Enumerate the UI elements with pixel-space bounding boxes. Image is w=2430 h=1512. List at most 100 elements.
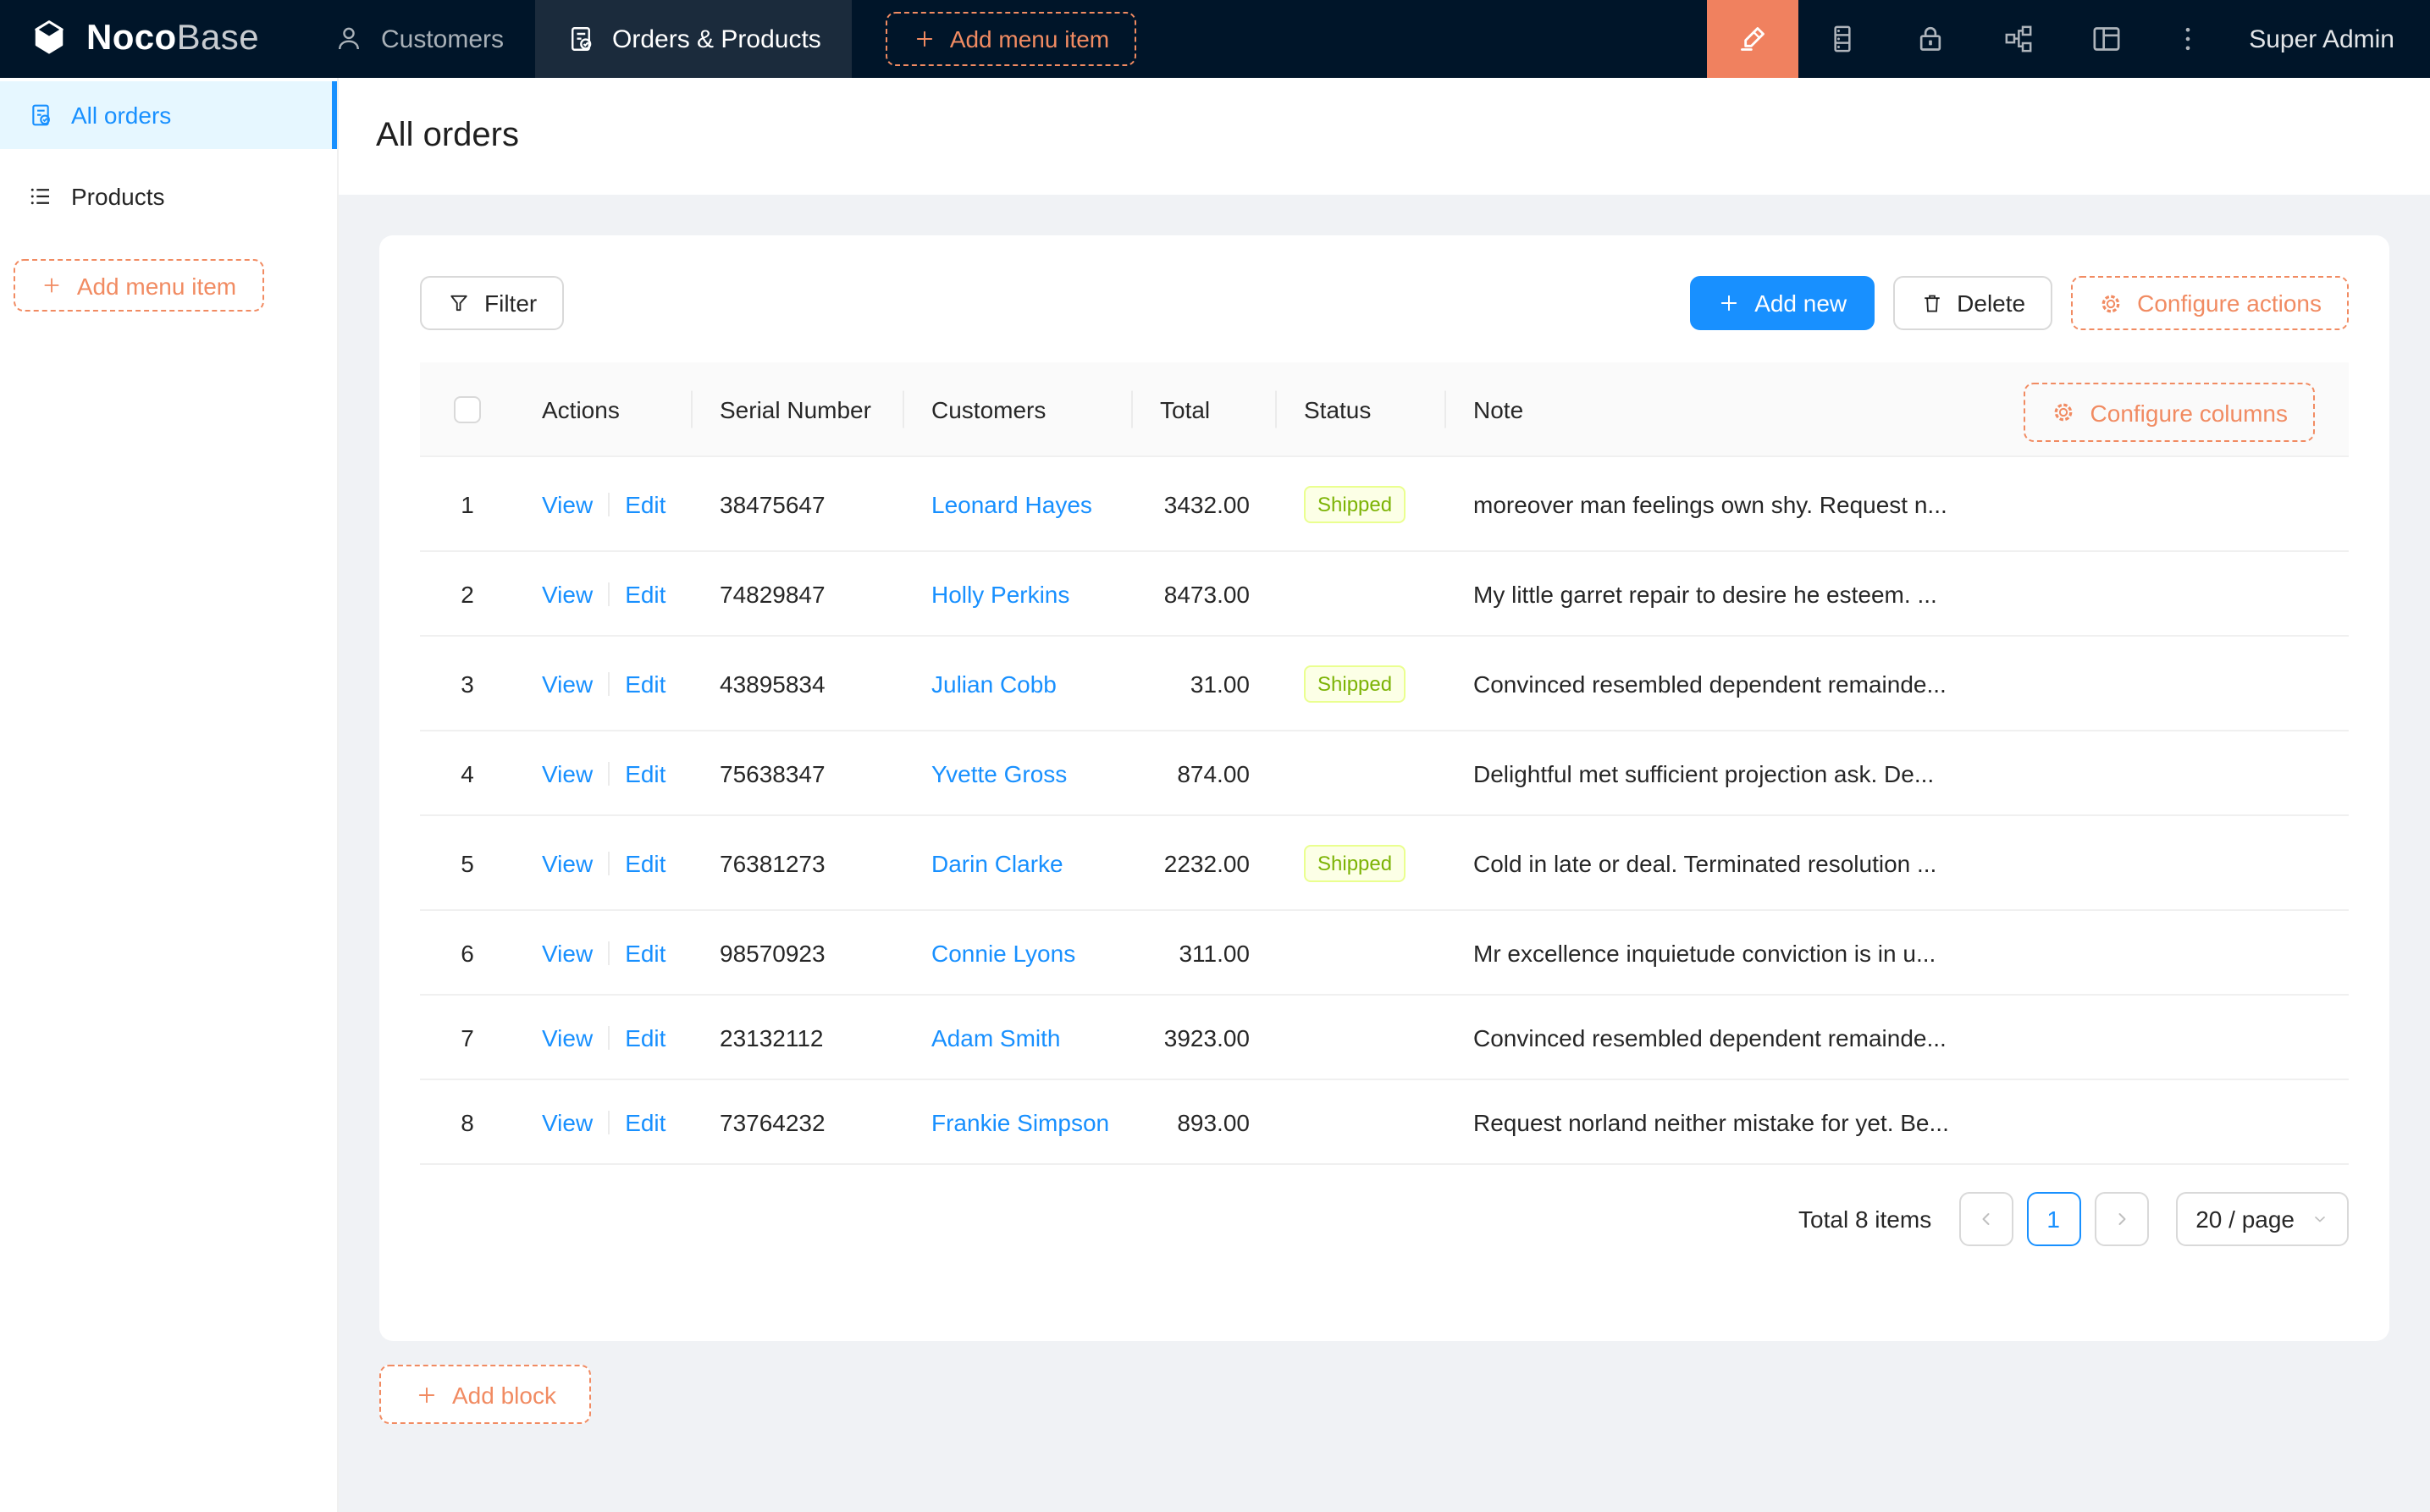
edit-link[interactable]: Edit — [625, 670, 665, 698]
user-menu[interactable]: Super Admin — [2225, 0, 2430, 78]
configure-actions-button[interactable]: Configure actions — [2071, 276, 2349, 330]
main-area: All orders Filter Add new — [339, 78, 2430, 1512]
status-cell — [1277, 552, 1446, 637]
column-header-actions: Actions — [515, 362, 693, 457]
serial-number-cell: 76381273 — [693, 816, 904, 911]
serial-number-cell: 23132112 — [693, 996, 904, 1080]
view-link[interactable]: View — [542, 940, 593, 967]
edit-link[interactable]: Edit — [625, 850, 665, 877]
note-cell: moreover man feelings own shy. Request n… — [1446, 457, 2349, 552]
plugin-manager-button[interactable] — [1798, 0, 1886, 78]
row-actions-cell: View Edit — [515, 911, 693, 996]
edit-link[interactable]: Edit — [625, 1024, 665, 1051]
filter-button[interactable]: Filter — [420, 276, 564, 330]
serial-number-cell: 98570923 — [693, 911, 904, 996]
nav-tab-label: Customers — [381, 25, 504, 53]
serial-number-cell: 75638347 — [693, 731, 904, 816]
sidebar-item-products[interactable]: Products — [0, 163, 337, 230]
pagination-next-button[interactable] — [2094, 1193, 2148, 1247]
row-index-cell: 1 — [420, 457, 515, 552]
edit-link[interactable]: Edit — [625, 760, 665, 787]
total-cell: 893.00 — [1133, 1080, 1277, 1165]
nav-tab-customers[interactable]: Customers — [303, 0, 534, 78]
customer-link[interactable]: Yvette Gross — [931, 760, 1067, 787]
edit-link[interactable]: Edit — [625, 940, 665, 967]
view-link[interactable]: View — [542, 670, 593, 698]
person-icon — [334, 24, 364, 54]
table-row: 7 ViewEdit 23132112 Adam Smith 3923.00 C… — [420, 996, 2349, 1080]
layout-settings-button[interactable] — [2063, 0, 2151, 78]
customer-link[interactable]: Darin Clarke — [931, 850, 1063, 877]
page-size-select[interactable]: 20 / page — [2175, 1193, 2349, 1247]
access-control-button[interactable] — [1886, 0, 1974, 78]
edit-link[interactable]: Edit — [625, 491, 665, 518]
nav-add-menu-item-button[interactable]: Add menu item — [886, 12, 1136, 66]
page-header: All orders — [339, 78, 2430, 195]
view-link[interactable]: View — [542, 1024, 593, 1051]
brand-logo[interactable]: NocoBase — [0, 0, 303, 78]
customer-link[interactable]: Frankie Simpson — [931, 1109, 1109, 1136]
chevron-left-icon — [1975, 1210, 1996, 1230]
customer-cell: Darin Clarke — [904, 816, 1133, 911]
partition-icon — [2002, 22, 2035, 56]
view-link[interactable]: View — [542, 491, 593, 518]
customer-link[interactable]: Leonard Hayes — [931, 491, 1092, 518]
view-link[interactable]: View — [542, 760, 593, 787]
customer-cell: Connie Lyons — [904, 911, 1133, 996]
delete-button[interactable]: Delete — [1892, 276, 2052, 330]
sidebar-item-all-orders[interactable]: All orders — [0, 81, 337, 149]
table-toolbar: Filter Add new Delete — [420, 276, 2349, 330]
select-all-checkbox[interactable] — [454, 397, 481, 424]
view-link[interactable]: View — [542, 1109, 593, 1136]
pagination-prev-button[interactable] — [1958, 1193, 2013, 1247]
designer-pen-icon — [1736, 22, 1770, 56]
customer-link[interactable]: Holly Perkins — [931, 581, 1069, 608]
add-new-button[interactable]: Add new — [1690, 276, 1874, 330]
status-badge: Shipped — [1304, 486, 1406, 523]
row-actions-cell: View Edit — [515, 996, 693, 1080]
pagination-page-1-button[interactable]: 1 — [2026, 1193, 2080, 1247]
row-actions-cell: View Edit — [515, 816, 693, 911]
table-row: 1 ViewEdit 38475647 Leonard Hayes 3432.0… — [420, 457, 2349, 552]
customer-link[interactable]: Connie Lyons — [931, 940, 1075, 967]
table-wrapper: Configure columns Actions — [420, 362, 2349, 1166]
status-badge: Shipped — [1304, 845, 1406, 882]
row-actions-cell: View Edit — [515, 457, 693, 552]
top-navbar: NocoBase Customers Orders & Products Add… — [0, 0, 2430, 78]
sidebar-add-menu-item-button[interactable]: Add menu item — [14, 259, 264, 312]
row-index-cell: 3 — [420, 637, 515, 731]
chevron-right-icon — [2111, 1210, 2131, 1230]
page-content: Filter Add new Delete — [339, 195, 2430, 1512]
note-cell: Cold in late or deal. Terminated resolut… — [1446, 816, 2349, 911]
customer-link[interactable]: Julian Cobb — [931, 670, 1057, 698]
navbar-right: Super Admin — [1707, 0, 2430, 78]
edit-link[interactable]: Edit — [625, 581, 665, 608]
trash-icon — [1919, 291, 1943, 315]
view-link[interactable]: View — [542, 850, 593, 877]
row-actions-cell: View Edit — [515, 552, 693, 637]
row-actions-cell: View Edit — [515, 1080, 693, 1165]
row-index-cell: 7 — [420, 996, 515, 1080]
ui-editor-toggle-button[interactable] — [1707, 0, 1798, 78]
serial-number-cell: 43895834 — [693, 637, 904, 731]
nav-tab-orders-products[interactable]: Orders & Products — [534, 0, 852, 78]
plus-icon — [415, 1383, 439, 1407]
view-link[interactable]: View — [542, 581, 593, 608]
navbar-left: NocoBase Customers Orders & Products Add… — [0, 0, 1136, 78]
action-divider — [608, 852, 610, 875]
row-index-cell: 2 — [420, 552, 515, 637]
nav-tab-label: Orders & Products — [612, 25, 821, 53]
more-options-button[interactable] — [2151, 0, 2225, 78]
customer-cell: Holly Perkins — [904, 552, 1133, 637]
column-header-customers: Customers — [904, 362, 1133, 457]
row-index-cell: 8 — [420, 1080, 515, 1165]
total-cell: 311.00 — [1133, 911, 1277, 996]
column-header-total: Total — [1133, 362, 1277, 457]
edit-link[interactable]: Edit — [625, 1109, 665, 1136]
select-all-header-cell — [420, 362, 515, 457]
add-block-button[interactable]: Add block — [379, 1366, 592, 1425]
configure-columns-button[interactable]: Configure columns — [2024, 383, 2315, 442]
note-cell: Convinced resembled dependent remainde..… — [1446, 996, 2349, 1080]
customer-link[interactable]: Adam Smith — [931, 1024, 1061, 1051]
workflow-button[interactable] — [1974, 0, 2063, 78]
